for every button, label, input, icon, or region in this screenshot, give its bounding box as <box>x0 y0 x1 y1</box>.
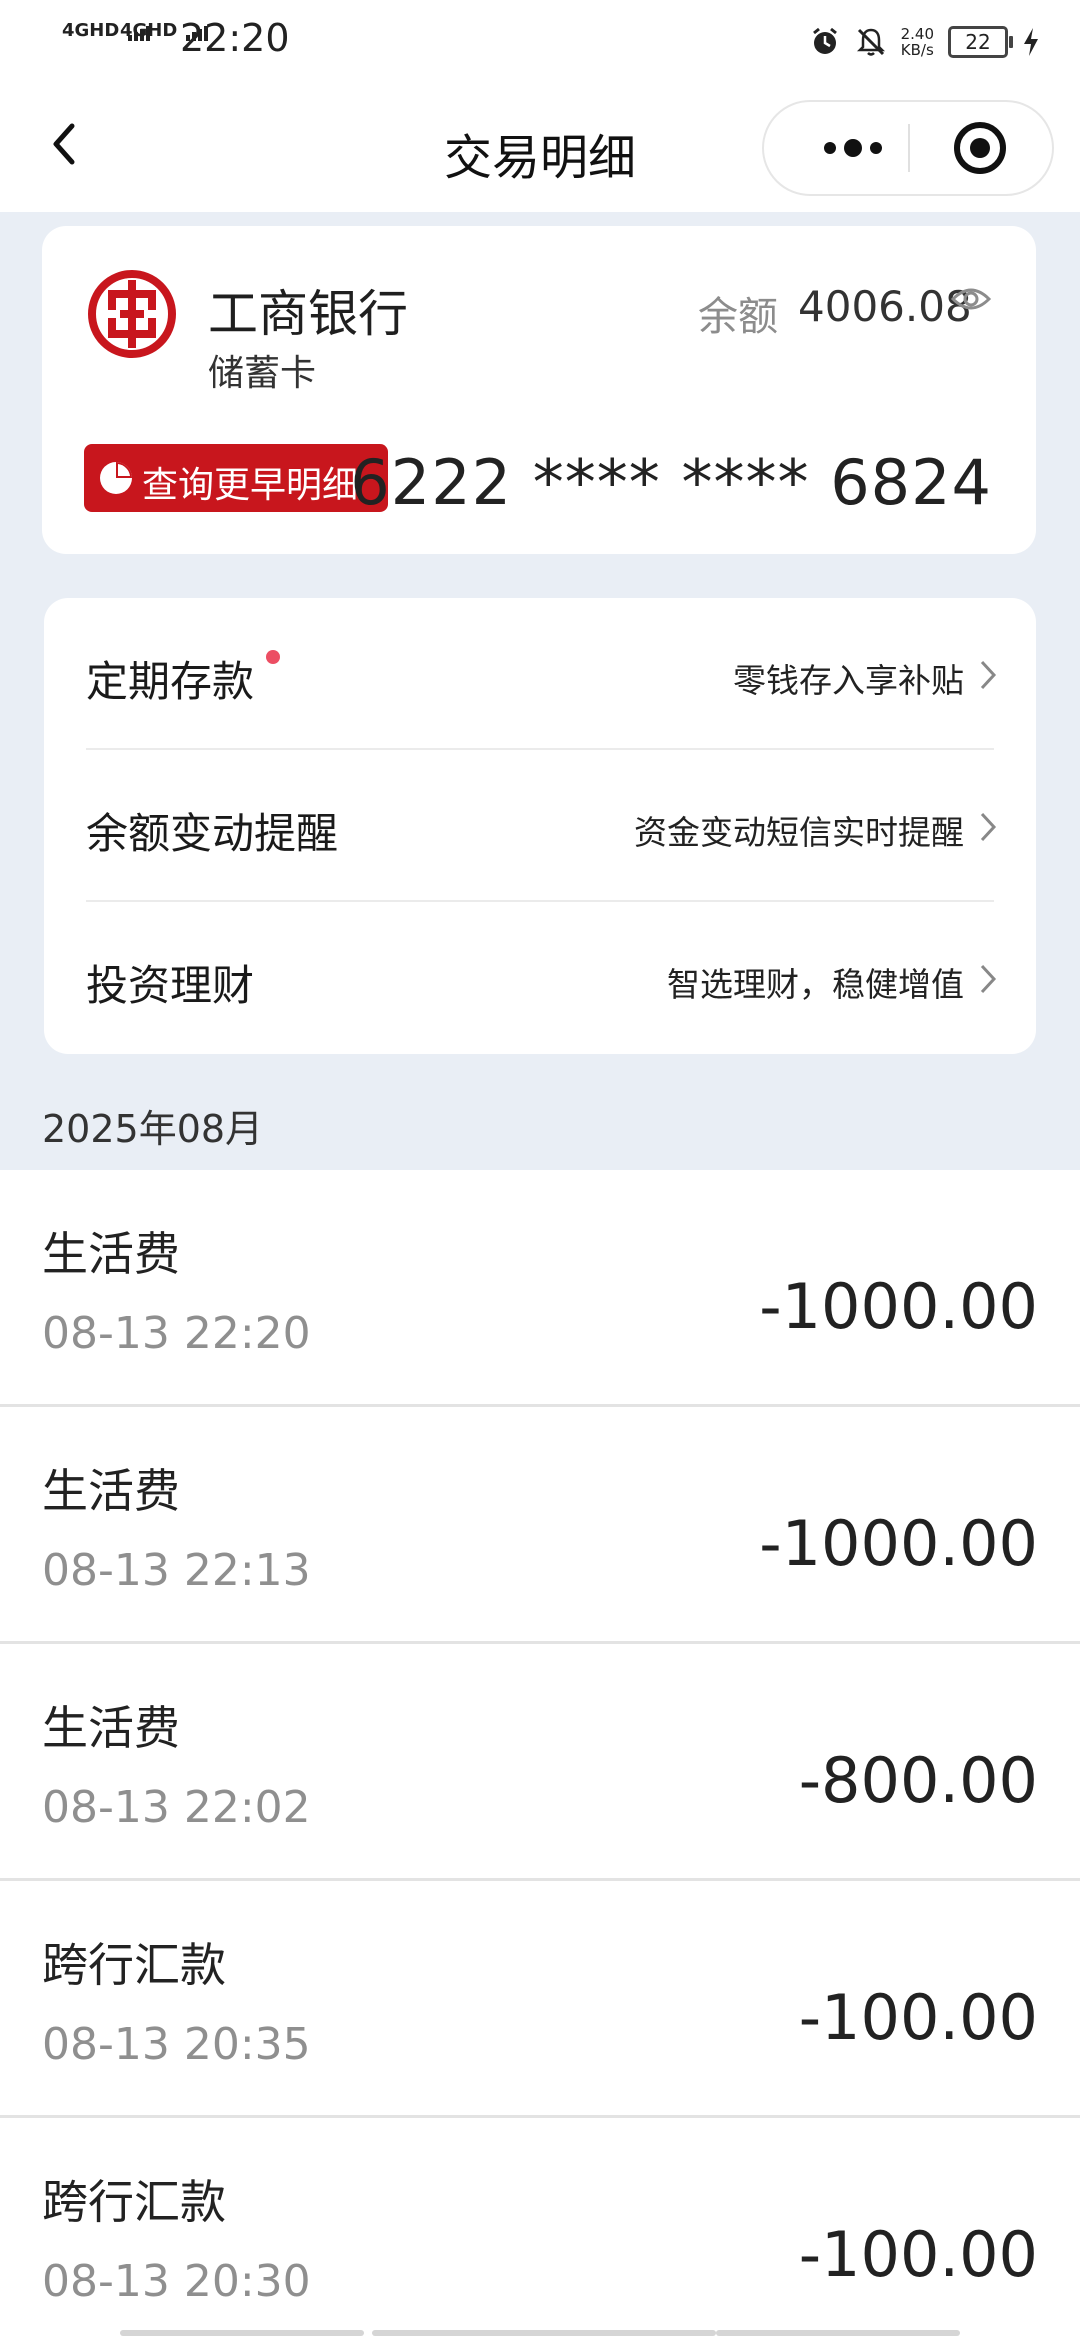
chevron-right-icon <box>980 812 997 842</box>
query-earlier-label: 查询更早明细 <box>142 465 359 506</box>
service-desc: 零钱存入享补贴 <box>733 661 964 700</box>
transaction-amount: -1000.00 <box>759 1507 1038 1580</box>
month-header[interactable]: 2025年08月 <box>42 1098 263 1153</box>
transaction-name: 生活费 <box>42 1227 180 1281</box>
transaction-row[interactable]: 生活费 08-13 22:20 -1000.00 <box>0 1170 1080 1406</box>
transaction-row[interactable]: 生活费 08-13 22:13 -1000.00 <box>0 1407 1080 1643</box>
balance-value: 4006.08 <box>798 282 972 331</box>
transaction-name: 跨行汇款 <box>42 1938 226 1992</box>
status-bar: 4GHD 4GHD 22:20 2.40 KB/s 22 <box>0 0 1080 84</box>
capsule-divider <box>908 124 910 172</box>
gesture-bar <box>716 2330 960 2336</box>
card-type: 储蓄卡 <box>208 353 317 394</box>
signal-label-1: 4GHD <box>62 20 120 41</box>
transaction-name: 跨行汇款 <box>42 2175 226 2229</box>
chevron-right-icon <box>980 660 997 690</box>
transaction-time: 08-13 22:02 <box>42 1782 311 1833</box>
mute-bell-icon <box>856 28 885 56</box>
service-desc: 智选理财，稳健增值 <box>667 965 964 1004</box>
battery-icon: 22 <box>948 26 1013 58</box>
transaction-time: 08-13 22:20 <box>42 1308 311 1359</box>
service-desc: 资金变动短信实时提醒 <box>634 813 964 852</box>
service-row-investment[interactable]: 投资理财 智选理财，稳健增值 <box>44 902 1036 1054</box>
chevron-right-icon <box>980 964 997 994</box>
card-number: 6222 **** **** 6824 <box>350 446 992 519</box>
transaction-time: 08-13 22:13 <box>42 1545 311 1596</box>
gesture-bar <box>372 2330 716 2336</box>
close-mini-program-icon[interactable] <box>952 120 1008 176</box>
service-row-fixed-deposit[interactable]: 定期存款 零钱存入享补贴 <box>44 598 1036 750</box>
transaction-row[interactable]: 跨行汇款 08-13 20:30 -100.00 <box>0 2118 1080 2340</box>
transaction-name: 生活费 <box>42 1701 180 1755</box>
query-earlier-details-button[interactable]: 查询更早明细 <box>84 444 388 512</box>
gesture-bar <box>120 2330 364 2336</box>
service-label: 余额变动提醒 <box>86 809 339 858</box>
nav-bar: 交易明细 <box>0 84 1080 212</box>
service-row-balance-alert[interactable]: 余额变动提醒 资金变动短信实时提醒 <box>44 750 1036 902</box>
new-badge-dot <box>266 650 280 664</box>
charging-icon <box>1024 28 1038 56</box>
transaction-amount: -100.00 <box>798 1981 1038 2054</box>
transaction-time: 08-13 20:30 <box>42 2256 311 2307</box>
transaction-amount: -1000.00 <box>759 1270 1038 1343</box>
transaction-time: 08-13 20:35 <box>42 2019 311 2070</box>
status-time: 22:20 <box>180 16 290 60</box>
transaction-name: 生活费 <box>42 1464 180 1518</box>
net-speed-unit: KB/s <box>900 41 934 59</box>
service-label: 定期存款 <box>86 657 255 706</box>
balance-label: 余额 <box>698 294 778 340</box>
transaction-row[interactable]: 跨行汇款 08-13 20:35 -100.00 <box>0 1881 1080 2117</box>
service-label: 投资理财 <box>86 961 255 1010</box>
transaction-amount: -100.00 <box>798 2218 1038 2291</box>
transaction-amount: -800.00 <box>798 1744 1038 1817</box>
mini-program-capsule <box>762 100 1054 196</box>
more-options-button[interactable] <box>798 102 908 194</box>
alarm-icon <box>812 27 837 54</box>
battery-level: 22 <box>965 30 991 54</box>
net-speed-value: 2.40 <box>900 25 934 43</box>
bank-name: 工商银行 <box>208 285 408 343</box>
signal-label-2: 4GHD <box>120 20 178 41</box>
eye-icon[interactable] <box>950 284 992 314</box>
transaction-row[interactable]: 生活费 08-13 22:02 -800.00 <box>0 1644 1080 1880</box>
net-speed: 2.40 KB/s <box>901 26 934 58</box>
icbc-logo-icon <box>88 270 176 358</box>
pie-chart-icon <box>100 462 132 494</box>
status-icons: 2.40 KB/s 22 <box>809 20 1040 64</box>
